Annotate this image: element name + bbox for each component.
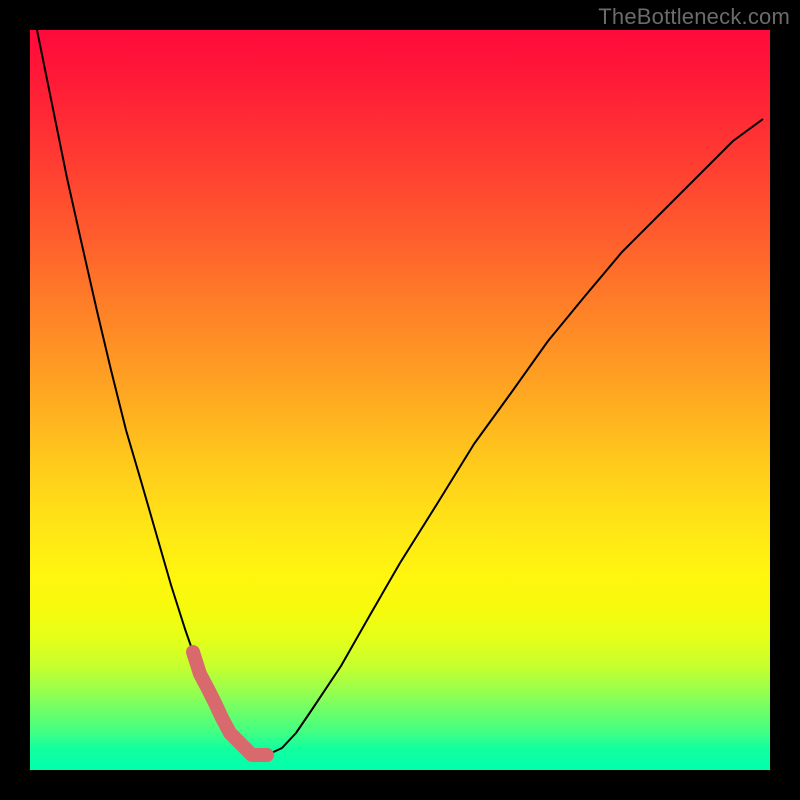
curve-path [37,30,763,755]
plot-area [30,30,770,770]
bottleneck-curve [30,30,770,770]
watermark-text: TheBottleneck.com [598,4,790,30]
chart-frame: TheBottleneck.com [0,0,800,800]
recommended-range-highlight [193,652,267,755]
